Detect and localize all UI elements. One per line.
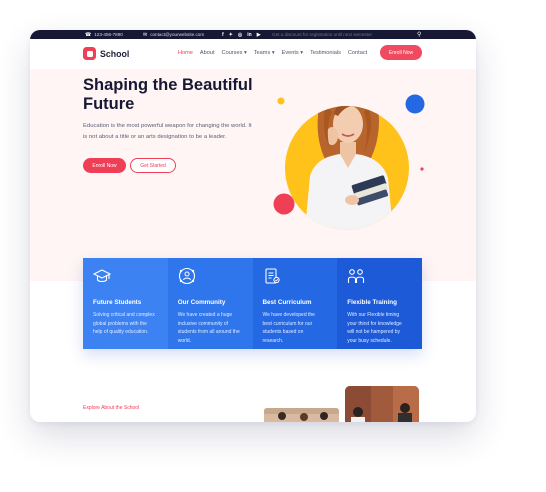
- chevron-down-icon: ▾: [271, 50, 275, 56]
- feature-text: With our Flexible timing your thirst for…: [347, 312, 402, 344]
- feature-best-curriculum[interactable]: Best Curriculum We have developed the be…: [252, 258, 338, 349]
- training-people-icon: [348, 269, 365, 283]
- instagram-icon[interactable]: ◎: [238, 32, 242, 38]
- feature-text: Solving critical and complex global prob…: [93, 312, 155, 335]
- hero-title: Shaping the Beautiful Future: [83, 76, 253, 113]
- nav-item-testimonials[interactable]: Testimonials: [310, 50, 341, 56]
- about-photo-classroom: [264, 408, 339, 422]
- logo-text: School: [100, 48, 130, 59]
- feature-our-community[interactable]: Our Community We have created a huge inc…: [167, 258, 253, 349]
- graduation-cap-icon: [92, 269, 112, 283]
- nav-item-events[interactable]: Events ▾: [282, 50, 303, 56]
- linkedin-icon[interactable]: in: [247, 32, 251, 38]
- feature-title: Future Students: [93, 299, 142, 306]
- nav-item-contact[interactable]: Contact: [348, 50, 367, 56]
- feature-title: Our Community: [177, 299, 226, 306]
- nav-menu: Home About Courses ▾ Teams ▾ Events ▾ Te…: [178, 50, 367, 56]
- hero-enroll-button[interactable]: Enroll Now: [83, 158, 126, 173]
- chevron-down-icon: ▾: [300, 50, 304, 56]
- nav-item-teams[interactable]: Teams ▾: [254, 50, 275, 56]
- feature-text: We have developed the best curriculum fo…: [262, 312, 315, 344]
- social-links: f ✦ ◎ in ▶: [222, 32, 261, 38]
- logo-mark-icon: [83, 47, 96, 60]
- mail-icon: ✉: [143, 31, 148, 38]
- phone-icon: ☎: [85, 31, 92, 38]
- main-navigation: School Home About Courses ▾ Teams ▾ Even…: [30, 39, 476, 69]
- hero-illustration: [273, 94, 425, 230]
- decor-dot-blue: [405, 94, 425, 114]
- community-network-icon: [178, 267, 195, 285]
- feature-title: Flexible Training: [347, 299, 397, 306]
- chevron-down-icon: ▾: [243, 50, 247, 56]
- decor-dot-yellow: [277, 97, 285, 105]
- feature-text: We have created a huge inclusive communi…: [177, 312, 240, 344]
- nav-item-home[interactable]: Home: [178, 50, 193, 56]
- about-photo-students: [345, 386, 419, 422]
- decor-dot-red: [273, 193, 295, 215]
- promo-text: Get a discount for registration until ne…: [272, 31, 373, 37]
- search-icon[interactable]: ⚲: [417, 31, 421, 38]
- curriculum-document-icon: [264, 268, 280, 284]
- nav-item-about[interactable]: About: [200, 50, 215, 56]
- hero-description: Education is the most powerful weapon fo…: [83, 123, 252, 140]
- facebook-icon[interactable]: f: [222, 32, 224, 38]
- enroll-now-button[interactable]: Enroll Now: [380, 45, 422, 60]
- get-started-button[interactable]: Get Started: [130, 158, 176, 173]
- top-info-bar: ☎ 123-456-7890 ✉ contact@yourwebsite.com…: [30, 30, 476, 39]
- phone-contact[interactable]: ☎ 123-456-7890: [85, 32, 123, 38]
- feature-future-students[interactable]: Future Students Solving critical and com…: [83, 258, 168, 349]
- email-contact[interactable]: ✉ contact@yourwebsite.com: [143, 32, 204, 38]
- nav-item-courses[interactable]: Courses ▾: [222, 50, 247, 56]
- twitter-icon[interactable]: ✦: [229, 32, 233, 38]
- youtube-icon[interactable]: ▶: [257, 32, 261, 38]
- website-preview-card: ☎ 123-456-7890 ✉ contact@yourwebsite.com…: [30, 30, 476, 422]
- about-eyebrow: Explore About the School: [83, 405, 140, 411]
- feature-flexible-training[interactable]: Flexible Training With our Flexible timi…: [337, 258, 422, 349]
- site-logo[interactable]: School: [83, 47, 129, 60]
- decor-dot-small-red: [420, 167, 424, 171]
- feature-title: Best Curriculum: [262, 299, 312, 306]
- features-strip: Future Students Solving critical and com…: [83, 258, 422, 349]
